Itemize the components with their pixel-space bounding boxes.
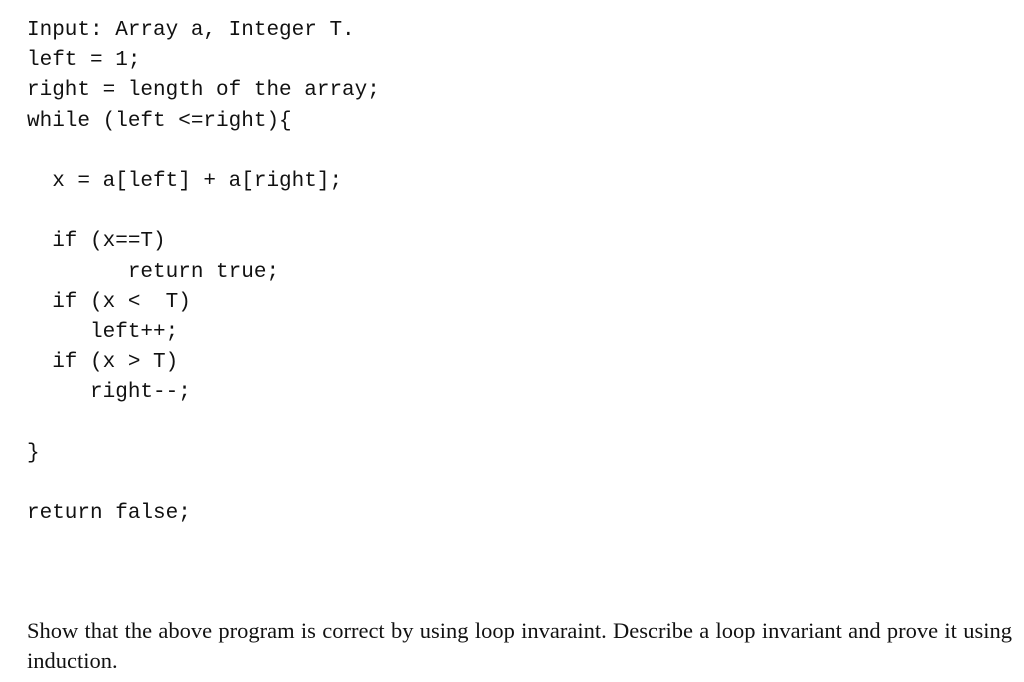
- code-block: Input: Array a, Integer T. left = 1; right…: [27, 16, 380, 529]
- code-line-if-equal: if (x==T): [27, 230, 166, 254]
- code-line-right-init: right = length of the array;: [27, 79, 380, 103]
- code-line-input: Input: Array a, Integer T.: [27, 19, 355, 42]
- code-line-right-decrement: right--;: [27, 381, 191, 405]
- code-line-if-less: if (x < T): [27, 290, 191, 314]
- code-line-return-false: return false;: [27, 502, 191, 525]
- code-line-left-increment: left++;: [27, 320, 179, 344]
- code-line-while: while (left <=right){: [27, 109, 292, 133]
- code-line-if-greater: if (x > T): [27, 351, 179, 375]
- question-text: Show that the above program is correct b…: [27, 618, 1012, 673]
- code-line-return-true: return true;: [27, 260, 280, 284]
- code-line-close-brace: }: [27, 441, 40, 465]
- code-line-left-init: left = 1;: [27, 49, 141, 73]
- code-line-sum: x = a[left] + a[right];: [27, 169, 343, 193]
